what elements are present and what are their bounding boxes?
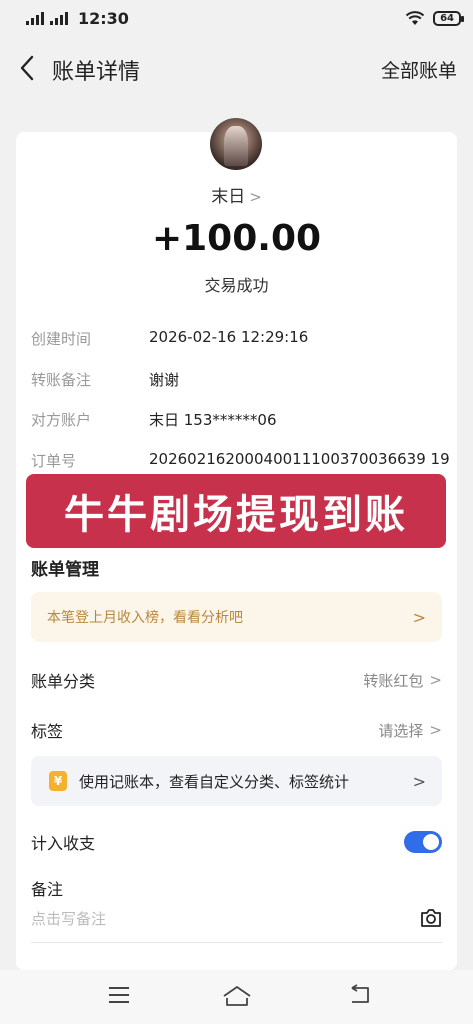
row-key: 创建时间 bbox=[31, 330, 92, 348]
note-label: 备注 bbox=[31, 880, 64, 899]
income-toggle-row: 计入收支 bbox=[31, 830, 442, 854]
payee-name[interactable]: 末日 > bbox=[0, 182, 473, 207]
yen-icon: ¥ bbox=[49, 771, 67, 791]
payee-label: 末日 bbox=[211, 187, 246, 207]
row-value: 末日 153******06 bbox=[149, 411, 277, 429]
transaction-status: 交易成功 bbox=[204, 276, 269, 295]
all-bills-link[interactable]: 全部账单 bbox=[381, 56, 457, 83]
row-value: 20260216200040011100370036639 19 bbox=[149, 450, 450, 468]
bill-category-row[interactable]: 账单分类 转账红包 > bbox=[31, 668, 442, 692]
menu-icon[interactable] bbox=[107, 984, 131, 1006]
tag-value: 请选择 bbox=[378, 721, 424, 740]
income-toggle[interactable] bbox=[404, 831, 442, 853]
tag-label: 标签 bbox=[31, 722, 64, 741]
income-label: 计入收支 bbox=[31, 834, 96, 853]
account-book-promo[interactable]: ¥ 使用记账本，查看自定义分类、标签统计 > bbox=[31, 756, 442, 806]
chevron-right-icon: > bbox=[249, 188, 262, 206]
home-icon[interactable] bbox=[221, 984, 253, 1008]
chevron-right-icon: > bbox=[412, 771, 426, 791]
section-title: 账单管理 bbox=[31, 560, 99, 580]
tag-row[interactable]: 标签 请选择 > bbox=[31, 718, 442, 742]
signal-icon bbox=[26, 11, 44, 25]
back-arrow-icon[interactable] bbox=[16, 54, 40, 82]
amount: +100.00 bbox=[151, 218, 322, 259]
wifi-icon bbox=[405, 11, 425, 25]
category-label: 账单分类 bbox=[31, 672, 96, 691]
row-value: 2026-02-16 12:29:16 bbox=[149, 328, 309, 346]
note-input[interactable]: 点击写备注 bbox=[31, 908, 401, 929]
promo-text: 使用记账本，查看自定义分类、标签统计 bbox=[79, 772, 350, 791]
chevron-right-icon: > bbox=[429, 671, 442, 689]
row-key: 对方账户 bbox=[31, 411, 92, 429]
avatar[interactable] bbox=[210, 118, 262, 170]
signal-icon bbox=[50, 11, 68, 25]
chevron-right-icon: > bbox=[429, 721, 442, 739]
overlay-banner: 牛牛剧场提现到账 bbox=[26, 474, 446, 548]
system-nav-bar bbox=[0, 970, 473, 1024]
divider bbox=[31, 942, 442, 943]
chevron-right-icon: > bbox=[412, 607, 426, 627]
row-value: 谢谢 bbox=[149, 371, 180, 389]
page-title: 账单详情 bbox=[52, 60, 141, 85]
camera-icon[interactable] bbox=[420, 908, 442, 928]
status-bar: 12:30 64 bbox=[0, 0, 473, 36]
tip-text: 本笔登上月收入榜，看看分析吧 bbox=[47, 610, 243, 626]
battery-indicator: 64 bbox=[433, 10, 464, 26]
row-key: 订单号 bbox=[31, 452, 77, 470]
income-ranking-tip[interactable]: 本笔登上月收入榜，看看分析吧 > bbox=[31, 592, 442, 642]
back-icon[interactable] bbox=[348, 984, 374, 1006]
nav-bar: 账单详情 全部账单 bbox=[0, 44, 473, 92]
row-key: 转账备注 bbox=[31, 371, 92, 389]
category-value: 转账红包 bbox=[363, 671, 424, 690]
clock: 12:30 bbox=[78, 8, 129, 28]
